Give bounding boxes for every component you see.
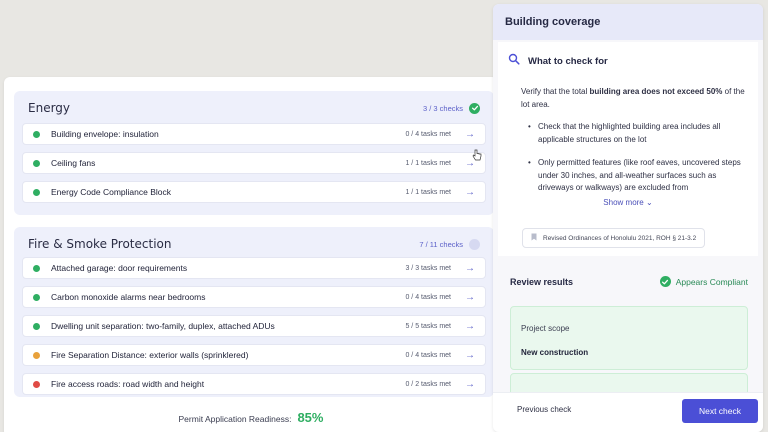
scope-label: Project scope: [521, 324, 570, 333]
arrow-right-icon[interactable]: →: [465, 187, 475, 198]
section-fire-smoke: Fire & Smoke Protection 7 / 11 checks At…: [14, 227, 494, 397]
status-dot: [33, 159, 40, 167]
row-label: Fire Separation Distance: exterior walls…: [51, 350, 249, 360]
row-tasks: 0 / 2 tasks met: [405, 380, 451, 388]
row-tasks: 0 / 4 tasks met: [405, 351, 451, 359]
status-dot: [33, 380, 40, 388]
section-count: 7 / 11 checks: [419, 239, 463, 249]
bookmark-icon: [531, 233, 537, 243]
scope-value: New construction: [521, 348, 589, 357]
section-title: Fire & Smoke Protection: [28, 237, 172, 251]
detail-panel: Building coverage What to check for Veri…: [493, 4, 763, 432]
row-tasks: 5 / 5 tasks met: [405, 322, 451, 330]
compliance-status: Appears Compliant: [659, 276, 748, 287]
magnifier-icon: [508, 52, 520, 70]
compliance-text: Appears Compliant: [675, 276, 748, 287]
checklist-row[interactable]: Energy Code Compliance Block 1 / 1 tasks…: [22, 181, 486, 203]
check-description: Verify that the total building area does…: [521, 86, 753, 111]
checklist-row[interactable]: Carbon monoxide alarms near bedrooms 0 /…: [22, 286, 486, 308]
checklist-row[interactable]: Ceiling fans 1 / 1 tasks met →: [22, 152, 486, 174]
status-dot: [33, 351, 40, 359]
checklist-row[interactable]: Fire access roads: road width and height…: [22, 373, 486, 395]
what-to-check-header: What to check for: [508, 52, 608, 70]
chevron-down-icon: ⌄: [646, 198, 653, 207]
row-tasks: 3 / 3 tasks met: [405, 264, 451, 272]
checklist-row[interactable]: Building envelope: insulation 0 / 4 task…: [22, 123, 486, 145]
description-emphasis: building area does not exceed 50%: [589, 87, 723, 96]
show-more-label: Show more: [603, 198, 644, 207]
review-title: Review results: [510, 276, 574, 287]
arrow-right-icon[interactable]: →: [465, 292, 475, 303]
citation-chip[interactable]: Revised Ordinances of Honolulu 2021, ROH…: [522, 228, 706, 248]
row-label: Ceiling fans: [51, 158, 96, 168]
status-dot: [33, 264, 40, 272]
row-label: Carbon monoxide alarms near bedrooms: [51, 292, 206, 302]
section-count: 3 / 3 checks: [422, 103, 463, 113]
row-label: Fire access roads: road width and height: [51, 379, 205, 389]
readiness-summary: Permit Application Readiness: 85%: [4, 410, 498, 425]
description-text: Verify that the total: [521, 87, 590, 96]
what-to-check-title: What to check for: [528, 55, 608, 67]
section-header[interactable]: Energy 3 / 3 checks: [28, 99, 480, 117]
row-tasks: 0 / 4 tasks met: [405, 130, 451, 138]
citation-text: Revised Ordinances of Honolulu 2021, ROH…: [543, 234, 697, 242]
checklist-row[interactable]: Fire Separation Distance: exterior walls…: [22, 344, 486, 366]
arrow-right-icon[interactable]: →: [465, 321, 475, 332]
section-header[interactable]: Fire & Smoke Protection 7 / 11 checks: [28, 235, 480, 253]
review-results-header: Review results Appears Compliant: [510, 276, 748, 287]
previous-check-button[interactable]: Previous check: [517, 405, 571, 414]
row-tasks: 1 / 1 tasks met: [405, 188, 451, 196]
status-dot: [33, 188, 40, 196]
status-dot: [33, 322, 40, 330]
next-check-button[interactable]: Next check: [682, 399, 758, 423]
arrow-right-icon[interactable]: →: [465, 379, 475, 390]
what-to-check-card: What to check for Verify that the total …: [498, 42, 758, 256]
check-circle-icon: [659, 276, 671, 287]
checklist-row[interactable]: Attached garage: door requirements 3 / 3…: [22, 257, 486, 279]
checklist-panel: Energy 3 / 3 checks Building envelope: i…: [4, 77, 498, 432]
arrow-right-icon[interactable]: →: [465, 129, 475, 140]
detail-footer: Previous check Next check: [493, 392, 763, 432]
check-bullet: Check that the highlighted building area…: [528, 121, 750, 146]
status-dot: [33, 293, 40, 301]
hand-cursor-icon: [472, 149, 482, 161]
check-icon: [469, 102, 480, 114]
readiness-label: Permit Application Readiness:: [178, 414, 292, 424]
checklist-row[interactable]: Dwelling unit separation: two-family, du…: [22, 315, 486, 337]
readiness-value: 85%: [297, 410, 324, 425]
project-scope-card: Project scope New construction: [510, 306, 748, 370]
section-energy: Energy 3 / 3 checks Building envelope: i…: [14, 91, 494, 215]
row-label: Building envelope: insulation: [51, 129, 159, 139]
show-more-link[interactable]: Show more ⌄: [498, 198, 758, 207]
row-label: Energy Code Compliance Block: [51, 187, 172, 197]
arrow-right-icon[interactable]: →: [465, 263, 475, 274]
row-tasks: 0 / 4 tasks met: [405, 293, 451, 301]
progress-circle-icon: [469, 238, 480, 250]
arrow-right-icon[interactable]: →: [465, 350, 475, 361]
detail-title: Building coverage: [493, 4, 763, 40]
row-label: Attached garage: door requirements: [51, 263, 188, 273]
status-dot: [33, 130, 40, 138]
row-label: Dwelling unit separation: two-family, du…: [51, 321, 275, 331]
row-tasks: 1 / 1 tasks met: [405, 159, 451, 167]
check-bullet: Only permitted features (like roof eaves…: [528, 157, 750, 195]
section-title: Energy: [28, 101, 71, 115]
